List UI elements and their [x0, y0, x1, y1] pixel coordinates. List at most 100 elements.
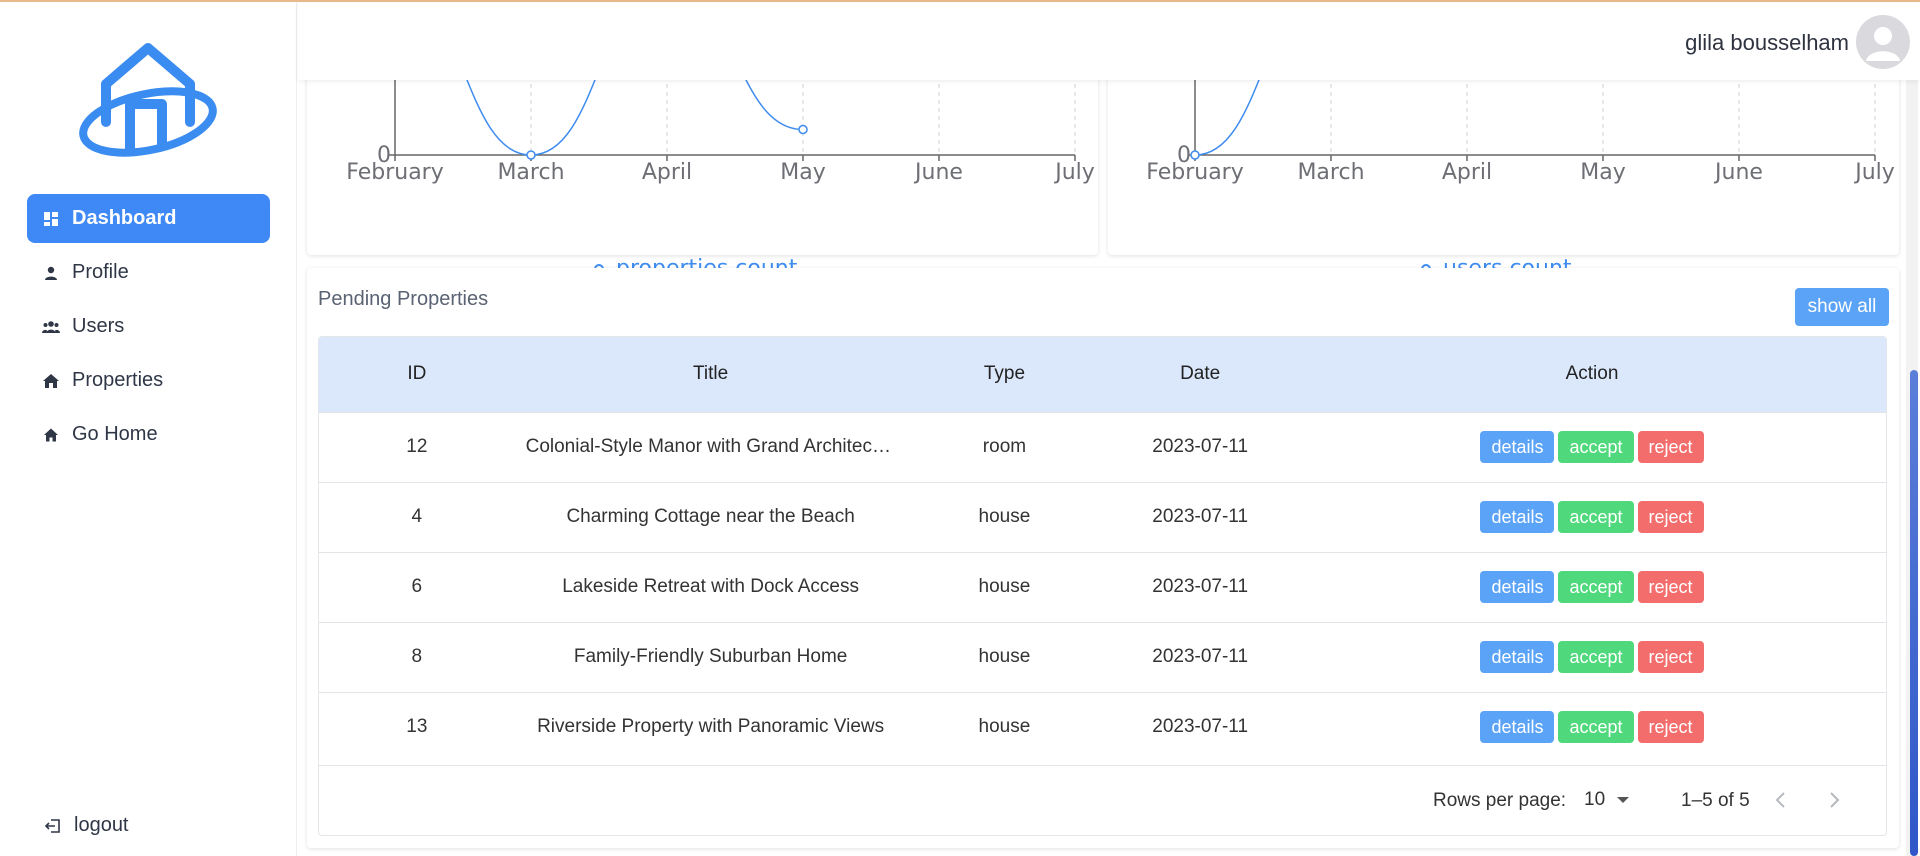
column-header-title[interactable]: Title [515, 337, 907, 412]
details-button[interactable]: details [1480, 711, 1555, 744]
table-row: 4 Charming Cottage near the Beach house … [319, 482, 1886, 552]
cell-date: 2023-07-11 [1152, 716, 1249, 738]
x-tick-label: May [1580, 160, 1625, 185]
x-tick-label: July [1053, 160, 1095, 185]
table-pagination: Rows per page: 10 1–5 of 5 [319, 765, 1886, 835]
table-row: 13 Riverside Property with Panoramic Vie… [319, 692, 1886, 762]
top-header: glila bousselham [298, 2, 1920, 80]
section-title: Pending Properties [318, 288, 489, 310]
user-name[interactable]: glila bousselham [1685, 30, 1849, 56]
sidebar: Dashboard Profile Users Properties Go Ho… [0, 2, 297, 856]
rows-per-page-label: Rows per page: [1433, 790, 1567, 811]
page-scrollbar-thumb[interactable] [1910, 370, 1918, 856]
table-row: 6 Lakeside Retreat with Dock Access hous… [319, 552, 1886, 622]
reject-button[interactable]: reject [1637, 431, 1704, 463]
details-button[interactable]: details [1480, 501, 1555, 533]
cell-date: 2023-07-11 [1152, 646, 1249, 667]
table-header-row: ID Title Type Date Action [319, 337, 1886, 412]
chevron-left-icon[interactable] [1769, 788, 1793, 812]
logout-button[interactable]: logout [44, 814, 129, 837]
sidebar-item-label: Go Home [72, 423, 158, 445]
users-icon [42, 318, 60, 336]
x-tick-label: July [1853, 160, 1895, 185]
x-tick-label: May [780, 160, 825, 185]
sidebar-item-go-home[interactable]: Go Home [27, 410, 270, 459]
x-tick-label: March [1297, 160, 1364, 185]
cell-actions: details accept reject [1298, 482, 1886, 552]
column-header-id[interactable]: ID [319, 337, 515, 412]
sidebar-item-label: Profile [72, 261, 129, 283]
show-all-button[interactable]: show all [1795, 288, 1889, 326]
sidebar-item-profile[interactable]: Profile [27, 248, 270, 297]
cell-title: Family-Friendly Suburban Home [515, 622, 907, 692]
table-row: 12 Colonial-Style Manor with Grand Archi… [319, 412, 1886, 482]
dashboard-icon [42, 210, 60, 228]
cell-actions: details accept reject [1298, 552, 1886, 622]
cell-actions: details accept reject [1298, 412, 1886, 482]
details-button[interactable]: details [1480, 431, 1555, 463]
home-icon [42, 426, 60, 444]
sidebar-item-label: Users [72, 315, 125, 337]
reject-button[interactable]: reject [1637, 501, 1704, 533]
accept-button[interactable]: accept [1558, 501, 1634, 533]
cell-title: Charming Cottage near the Beach [515, 482, 907, 552]
details-button[interactable]: details [1480, 641, 1555, 673]
x-tick-label: April [1442, 160, 1492, 185]
cell-title: Colonial-Style Manor with Grand Architec… [515, 412, 907, 482]
table-row: 8 Family-Friendly Suburban Home house 20… [319, 622, 1886, 692]
rows-per-page-value: 10 [1584, 789, 1606, 810]
pagination-range: 1–5 of 5 [1681, 790, 1750, 811]
x-tick-label: March [497, 160, 564, 185]
column-header-date[interactable]: Date [1102, 337, 1298, 412]
properties-chart-card: FebruaryMarchAprilMayJuneJuly0 propertie… [307, 60, 1098, 281]
title-text: Family-Friendly Suburban Home [573, 645, 848, 667]
rows-per-page-select[interactable]: 10 [1584, 789, 1630, 811]
avatar-icon [1866, 27, 1900, 61]
avatar[interactable] [1856, 15, 1910, 69]
column-header-type[interactable]: Type [907, 337, 1103, 412]
sidebar-item-label: Dashboard [72, 207, 177, 229]
cell-type: house [978, 716, 1031, 738]
data-point [798, 124, 808, 135]
x-tick-label: April [642, 160, 692, 185]
title-text: Charming Cottage near the Beach [566, 505, 855, 527]
accept-button[interactable]: accept [1558, 711, 1634, 744]
x-tick-label: June [1713, 160, 1763, 185]
cell-title: Riverside Property with Panoramic Views [515, 692, 907, 762]
cell-id: 12 [406, 436, 428, 457]
cell-type: room [982, 436, 1027, 457]
sidebar-nav: Dashboard Profile Users Properties Go Ho… [27, 194, 270, 464]
accept-button[interactable]: accept [1558, 641, 1634, 673]
cell-date: 2023-07-11 [1152, 576, 1249, 597]
y-tick-label: 0 [1177, 143, 1191, 168]
cell-title: Lakeside Retreat with Dock Access [515, 552, 907, 622]
details-button[interactable]: details [1480, 571, 1555, 603]
y-tick-label: 0 [377, 143, 391, 168]
x-tick-label: June [913, 160, 963, 185]
x-tick-label: February [346, 160, 444, 185]
reject-button[interactable]: reject [1637, 711, 1704, 744]
cell-date: 2023-07-11 [1152, 436, 1249, 457]
reject-button[interactable]: reject [1637, 641, 1704, 673]
cell-id: 8 [411, 646, 423, 667]
logout-label: logout [74, 814, 129, 836]
cell-id: 13 [406, 716, 428, 738]
sidebar-item-label: Properties [72, 369, 164, 391]
accept-button[interactable]: accept [1558, 431, 1634, 463]
chevron-right-icon[interactable] [1822, 788, 1846, 812]
column-header-action: Action [1565, 363, 1619, 385]
users-chart-card: FebruaryMarchAprilMayJuneJuly0 users cou… [1108, 60, 1899, 281]
caret-down-icon [1617, 797, 1630, 803]
x-tick-label: February [1146, 160, 1244, 185]
sidebar-item-users[interactable]: Users [27, 302, 270, 351]
cell-actions: details accept reject [1298, 622, 1886, 692]
logout-icon [44, 817, 62, 835]
data-point [1190, 150, 1200, 160]
sidebar-item-dashboard[interactable]: Dashboard [27, 194, 270, 243]
reject-button[interactable]: reject [1637, 571, 1704, 603]
sidebar-item-properties[interactable]: Properties [27, 356, 270, 405]
cell-type: house [978, 576, 1031, 597]
users-count-chart: February March April May June July 0 [1146, 60, 1895, 185]
accept-button[interactable]: accept [1558, 571, 1634, 603]
app-logo-icon[interactable] [76, 40, 220, 160]
